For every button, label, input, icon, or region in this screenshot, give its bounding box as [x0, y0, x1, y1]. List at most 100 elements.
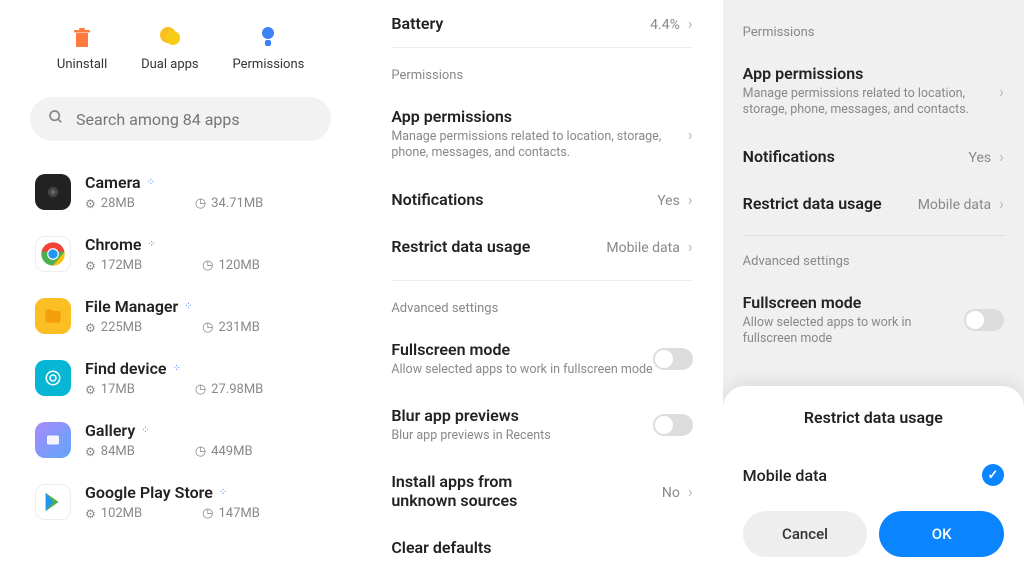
gear-icon: ⚙: [85, 259, 96, 273]
setting-desc: Allow selected apps to work in fullscree…: [391, 362, 652, 378]
fullscreen-row[interactable]: Fullscreen mode Allow selected apps to w…: [391, 326, 692, 392]
loading-icon: ⁘: [173, 363, 181, 374]
advanced-section-header: Advanced settings: [743, 244, 1004, 279]
setting-title: Install apps from unknown sources: [391, 472, 571, 510]
app-permissions-row[interactable]: App permissions Manage permissions relat…: [743, 50, 1004, 133]
fullscreen-toggle[interactable]: [964, 309, 1004, 331]
permissions-action[interactable]: Permissions: [233, 25, 305, 72]
storage-size: 102MB: [101, 506, 142, 521]
data-size: 147MB: [218, 506, 259, 521]
clear-defaults-row[interactable]: Clear defaults: [391, 524, 692, 571]
checkmark-icon: ✓: [982, 464, 1004, 486]
blur-toggle[interactable]: [653, 414, 693, 436]
permissions-icon: [256, 25, 280, 49]
advanced-section-header: Advanced settings: [391, 281, 692, 326]
setting-title: Restrict data usage: [743, 194, 882, 213]
dual-apps-label: Dual apps: [141, 57, 199, 72]
filemanager-app-icon: [35, 298, 71, 334]
search-box[interactable]: [30, 97, 331, 141]
loading-icon: ⁘: [141, 425, 149, 436]
dual-apps-action[interactable]: Dual apps: [141, 25, 199, 72]
setting-desc: Manage permissions related to location, …: [391, 129, 688, 162]
battery-row[interactable]: Battery 4.4% ›: [391, 0, 692, 47]
action-row: Uninstall Dual apps Permissions: [30, 25, 331, 72]
permissions-section-header: Permissions: [391, 48, 692, 93]
blur-row[interactable]: Blur app previews Blur app previews in R…: [391, 392, 692, 458]
app-row-chrome[interactable]: Chrome⁘ ⚙172MB ◷120MB: [30, 223, 331, 285]
data-size: 27.98MB: [211, 382, 263, 397]
app-name: File Manager: [85, 297, 178, 316]
camera-app-icon: [35, 174, 71, 210]
chevron-right-icon: ›: [999, 194, 1004, 213]
app-row-filemanager[interactable]: File Manager⁘ ⚙225MB ◷231MB: [30, 285, 331, 347]
gear-icon: ⚙: [85, 445, 96, 459]
fullscreen-toggle[interactable]: [653, 348, 693, 370]
gear-icon: ⚙: [85, 383, 96, 397]
app-name: Gallery: [85, 421, 135, 440]
app-settings-pane: Battery 4.4% › Permissions App permission…: [361, 0, 722, 575]
setting-value: Yes: [657, 193, 680, 209]
app-row-playstore[interactable]: Google Play Store⁘ ⚙102MB ◷147MB: [30, 471, 331, 533]
setting-title: Fullscreen mode: [391, 340, 652, 359]
battery-label: Battery: [391, 14, 443, 33]
gear-icon: ⚙: [85, 197, 96, 211]
battery-value: 4.4%: [650, 17, 680, 33]
setting-title: Notifications: [391, 190, 483, 209]
chevron-right-icon: ›: [688, 237, 693, 256]
clock-icon: ◷: [195, 196, 206, 211]
restrict-data-row[interactable]: Restrict data usage Mobile data ›: [743, 180, 1004, 227]
setting-value: Mobile data: [918, 197, 991, 213]
loading-icon: ⁘: [219, 487, 227, 498]
data-size: 120MB: [218, 258, 259, 273]
mobile-data-option[interactable]: Mobile data ✓: [743, 452, 1004, 511]
clock-icon: ◷: [202, 258, 213, 273]
uninstall-action[interactable]: Uninstall: [57, 25, 107, 72]
search-icon: [48, 109, 64, 129]
trash-icon: [70, 25, 94, 49]
setting-value: Yes: [969, 150, 992, 166]
playstore-app-icon: [35, 484, 71, 520]
setting-title: Fullscreen mode: [743, 293, 964, 312]
clock-icon: ◷: [202, 320, 213, 335]
restrict-data-row[interactable]: Restrict data usage Mobile data›: [391, 223, 692, 270]
storage-size: 172MB: [101, 258, 142, 273]
setting-value: No: [662, 485, 680, 501]
notifications-row[interactable]: Notifications Yes›: [743, 133, 1004, 180]
clock-icon: ◷: [195, 444, 206, 459]
setting-title: Clear defaults: [391, 538, 491, 557]
loading-icon: ⁘: [147, 177, 155, 188]
chrome-app-icon: [35, 236, 71, 272]
chevron-right-icon: ›: [999, 82, 1004, 101]
dialog-title: Restrict data usage: [743, 408, 1004, 427]
setting-desc: Allow selected apps to work in fullscree…: [743, 315, 964, 348]
setting-title: Blur app previews: [391, 406, 652, 425]
install-unknown-row[interactable]: Install apps from unknown sources No ›: [391, 458, 692, 524]
chevron-right-icon: ›: [688, 14, 693, 33]
chevron-right-icon: ›: [688, 190, 693, 209]
notifications-row[interactable]: Notifications Yes ›: [391, 176, 692, 223]
app-permissions-row[interactable]: App permissions Manage permissions relat…: [391, 93, 692, 176]
cancel-button[interactable]: Cancel: [743, 511, 868, 557]
setting-title: Notifications: [743, 147, 835, 166]
dialog-pane: Permissions App permissions Manage permi…: [723, 0, 1024, 575]
ok-button[interactable]: OK: [879, 511, 1004, 557]
fullscreen-row[interactable]: Fullscreen mode Allow selected apps to w…: [743, 279, 1004, 362]
chevron-right-icon: ›: [688, 482, 693, 501]
app-row-finddevice[interactable]: Find device⁘ ⚙17MB ◷27.98MB: [30, 347, 331, 409]
dual-icon: [158, 25, 182, 49]
setting-desc: Manage permissions related to location, …: [743, 86, 1000, 119]
gear-icon: ⚙: [85, 321, 96, 335]
search-input[interactable]: [76, 110, 313, 129]
setting-desc: Blur app previews in Recents: [391, 428, 652, 444]
app-row-camera[interactable]: Camera ⁘ ⚙ 28MB ◷ 34.71MB: [30, 161, 331, 223]
app-name: Camera: [85, 173, 141, 192]
app-list-pane: Uninstall Dual apps Permissions Camera ⁘ …: [0, 0, 361, 575]
setting-title: App permissions: [391, 107, 688, 126]
data-size: 34.71MB: [211, 196, 263, 211]
storage-size: 17MB: [101, 382, 135, 397]
storage-size: 28MB: [101, 196, 135, 211]
app-name: Google Play Store: [85, 483, 213, 502]
restrict-data-dialog: Restrict data usage Mobile data ✓ Cancel…: [723, 386, 1024, 575]
permissions-section-header: Permissions: [743, 0, 1004, 50]
app-row-gallery[interactable]: Gallery⁘ ⚙84MB ◷449MB: [30, 409, 331, 471]
